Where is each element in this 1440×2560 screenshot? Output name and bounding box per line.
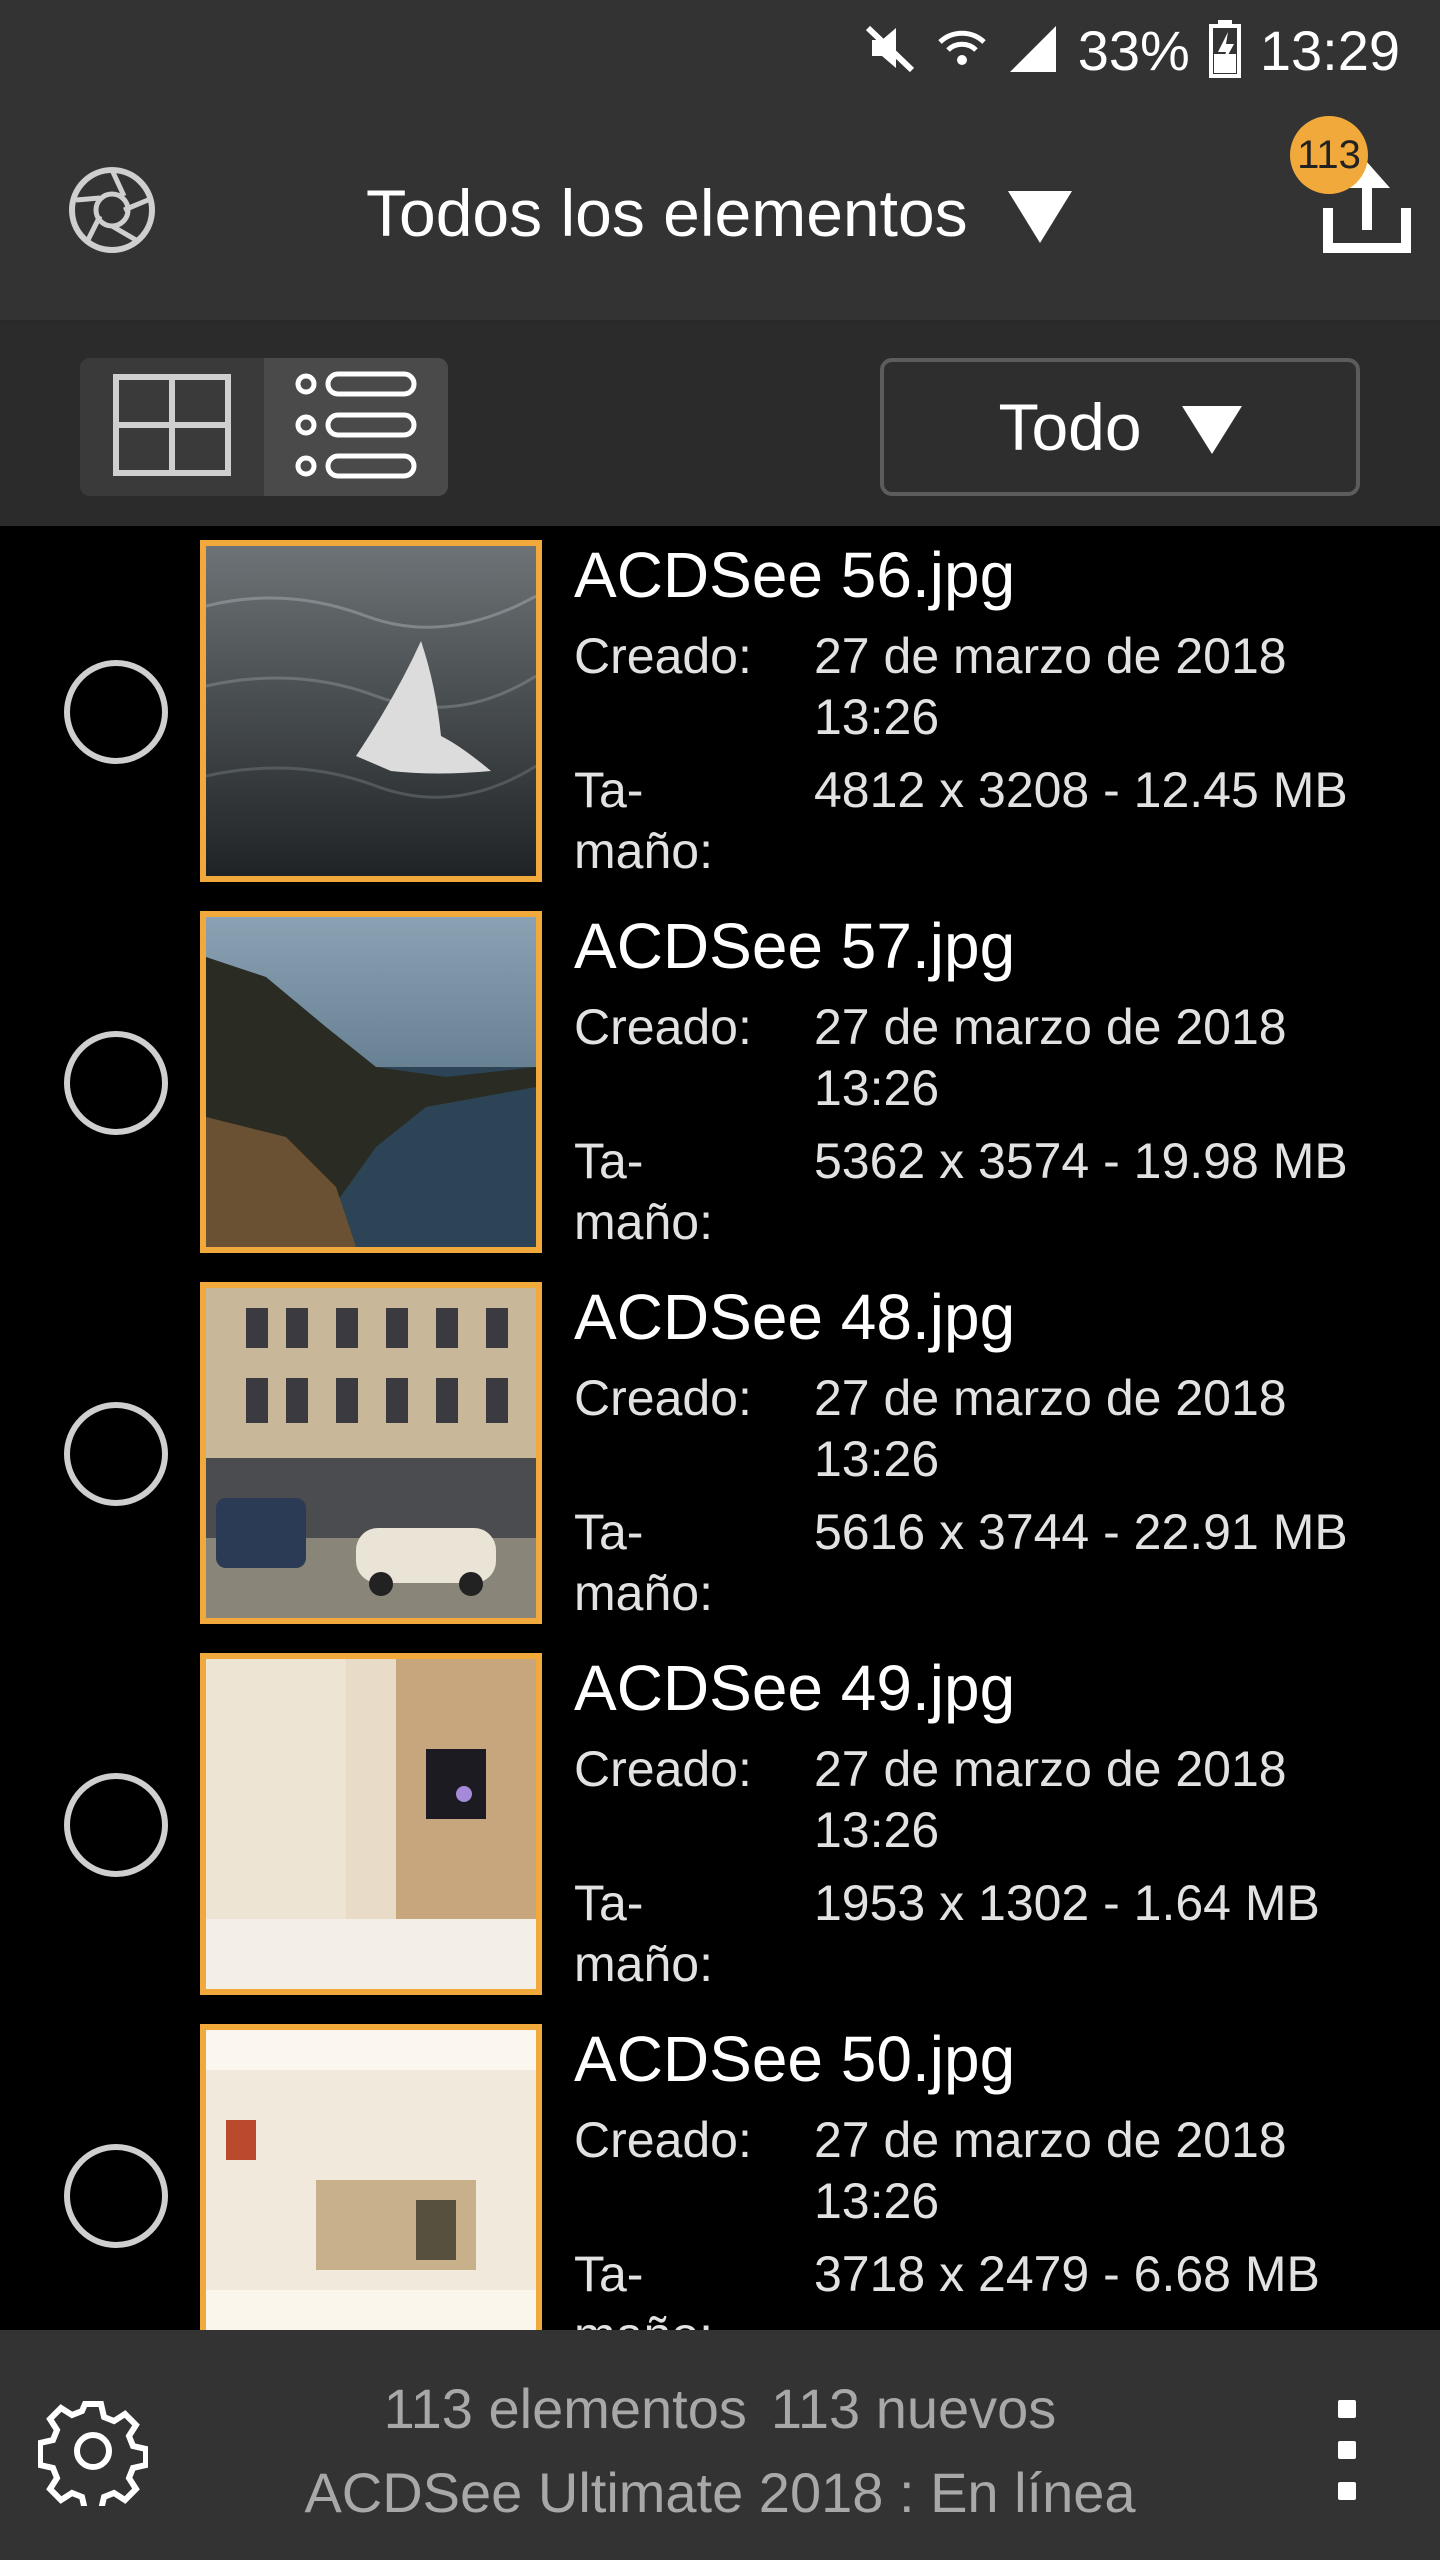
file-size: 3718 x 2479 - 6.68 MB xyxy=(814,2246,1320,2302)
created-label: Creado: xyxy=(574,1370,752,1426)
created-time: 13:26 xyxy=(814,1060,940,1116)
file-name: ACDSee 56.jpg xyxy=(574,539,1016,611)
thumbnail[interactable] xyxy=(200,540,542,882)
select-radio[interactable] xyxy=(64,660,168,764)
album-selector[interactable]: Todos los elementos xyxy=(366,168,1072,258)
size-label-part2: maño: xyxy=(574,1936,713,1992)
clock: 13:29 xyxy=(1259,18,1400,82)
size-label-part1: Ta- xyxy=(574,1875,644,1931)
size-label-part1: Ta- xyxy=(574,2246,644,2302)
list-view-icon xyxy=(294,370,418,485)
created-date: 27 de marzo de 2018 xyxy=(814,999,1287,1055)
created-label: Creado: xyxy=(574,1741,752,1797)
dropdown-triangle-icon xyxy=(1181,406,1242,454)
thumbnail[interactable] xyxy=(200,2024,542,2330)
select-radio[interactable] xyxy=(64,1402,168,1506)
filter-dropdown[interactable]: Todo xyxy=(880,358,1360,496)
file-size: 1953 x 1302 - 1.64 MB xyxy=(814,1875,1320,1931)
signal-icon xyxy=(1006,20,1060,81)
more-vert-icon[interactable] xyxy=(1332,2400,1362,2500)
created-date: 27 de marzo de 2018 xyxy=(814,628,1287,684)
created-date: 27 de marzo de 2018 xyxy=(814,1741,1287,1797)
file-size: 5616 x 3744 - 22.91 MB xyxy=(814,1504,1348,1560)
created-time: 13:26 xyxy=(814,689,940,745)
thumbnail[interactable] xyxy=(200,1653,542,1995)
mute-icon xyxy=(862,20,918,81)
created-time: 13:26 xyxy=(814,1802,940,1858)
list-item[interactable]: ACDSee 48.jpg Creado: 27 de marzo de 201… xyxy=(0,1268,1440,1639)
file-list[interactable]: ACDSee 56.jpg Creado: 27 de marzo de 201… xyxy=(0,526,1440,2330)
battery-icon xyxy=(1208,18,1242,83)
view-mode-switch xyxy=(80,358,448,496)
file-size: 5362 x 3574 - 19.98 MB xyxy=(814,1133,1348,1189)
item-count: 113 elementos xyxy=(383,2377,747,2440)
list-view-button[interactable] xyxy=(264,358,448,496)
thumbnail[interactable] xyxy=(200,911,542,1253)
created-label: Creado: xyxy=(574,628,752,684)
created-time: 13:26 xyxy=(814,1431,940,1487)
created-label: Creado: xyxy=(574,2112,752,2168)
thumbnail[interactable] xyxy=(200,1282,542,1624)
grid-view-button[interactable] xyxy=(80,358,264,496)
created-label: Creado: xyxy=(574,999,752,1055)
aperture-icon[interactable] xyxy=(62,160,162,260)
size-label-part2: maño: xyxy=(574,823,713,879)
list-item[interactable]: ACDSee 49.jpg Creado: 27 de marzo de 201… xyxy=(0,1639,1440,2010)
size-label-part1: Ta- xyxy=(574,1504,644,1560)
created-time: 13:26 xyxy=(814,2173,940,2229)
item-counts: 113 elementos 113 nuevos xyxy=(0,2376,1440,2441)
battery-percent: 33% xyxy=(1077,18,1190,82)
select-radio[interactable] xyxy=(64,1031,168,1135)
file-name: ACDSee 49.jpg xyxy=(574,1652,1016,1724)
created-date: 27 de marzo de 2018 xyxy=(814,2112,1287,2168)
view-toolbar: Todo xyxy=(0,320,1440,526)
connection-status: ACDSee Ultimate 2018 : En línea xyxy=(304,2461,1136,2524)
select-radio[interactable] xyxy=(64,1773,168,1877)
select-radio[interactable] xyxy=(64,2144,168,2248)
dropdown-triangle-icon xyxy=(1007,191,1072,243)
size-label-part2: maño: xyxy=(574,1194,713,1250)
bottom-bar: 113 elementos 113 nuevos ACDSee Ultimate … xyxy=(0,2330,1440,2560)
file-name: ACDSee 57.jpg xyxy=(574,910,1016,982)
file-name: ACDSee 48.jpg xyxy=(574,1281,1016,1353)
filter-dropdown-label: Todo xyxy=(998,390,1142,464)
size-label-part2: maño: xyxy=(574,2305,713,2330)
size-label-part2: maño: xyxy=(574,1565,713,1621)
file-name: ACDSee 50.jpg xyxy=(574,2023,1016,2095)
upload-count-badge: 113 xyxy=(1290,116,1368,194)
file-size: 4812 x 3208 - 12.45 MB xyxy=(814,762,1348,818)
status-bar: 33% 13:29 xyxy=(0,0,1440,100)
created-date: 27 de marzo de 2018 xyxy=(814,1370,1287,1426)
wifi-icon xyxy=(936,20,988,81)
size-label-part1: Ta- xyxy=(574,1133,644,1189)
size-label-part1: Ta- xyxy=(574,762,644,818)
new-count: 113 nuevos xyxy=(770,2377,1057,2440)
album-selector-label: Todos los elementos xyxy=(366,176,968,250)
list-item[interactable]: ACDSee 50.jpg Creado: 27 de marzo de 201… xyxy=(0,2010,1440,2330)
app-bar: Todos los elementos 113 xyxy=(0,100,1440,320)
grid-view-icon xyxy=(112,373,232,482)
list-item[interactable]: ACDSee 57.jpg Creado: 27 de marzo de 201… xyxy=(0,897,1440,1268)
list-item[interactable]: ACDSee 56.jpg Creado: 27 de marzo de 201… xyxy=(0,526,1440,897)
